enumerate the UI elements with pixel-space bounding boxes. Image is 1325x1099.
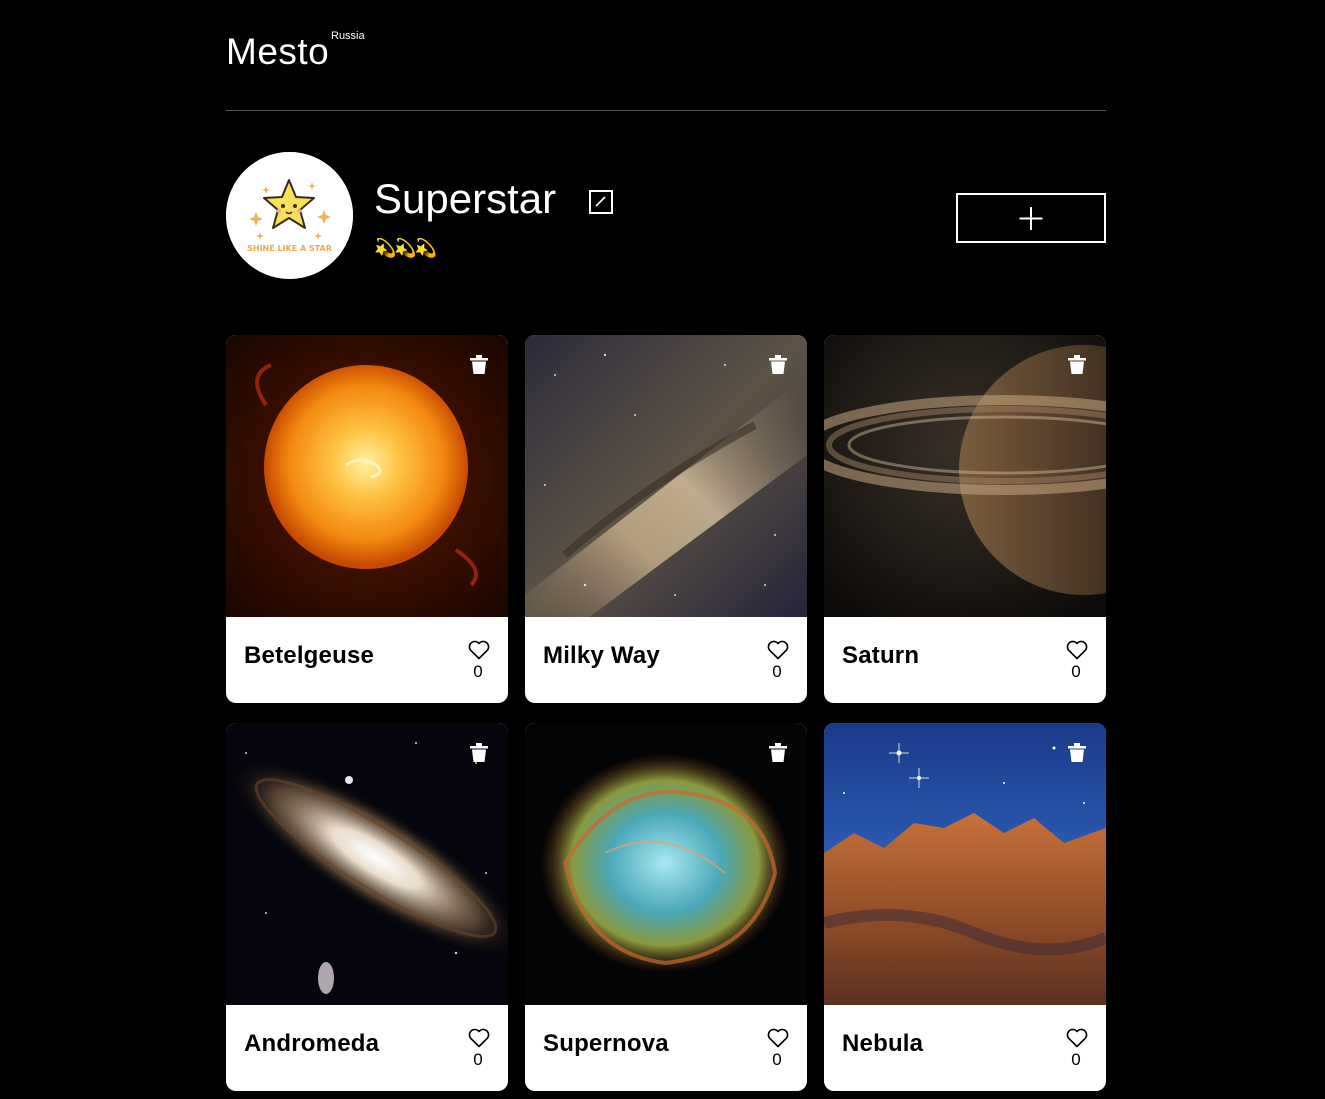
card-image[interactable] bbox=[525, 335, 807, 617]
site-header: Mesto Russia bbox=[226, 0, 1106, 111]
avatar-caption: SHINE LIKE A STAR bbox=[247, 244, 332, 253]
heart-icon[interactable] bbox=[1066, 640, 1088, 660]
heart-icon[interactable] bbox=[1066, 1028, 1088, 1048]
card: Supernova 0 bbox=[525, 723, 807, 1091]
trash-icon[interactable] bbox=[470, 355, 488, 374]
profile-name: Superstar bbox=[374, 175, 557, 222]
like-count: 0 bbox=[473, 1050, 483, 1069]
card-image[interactable] bbox=[824, 723, 1106, 1005]
card: Nebula 0 bbox=[824, 723, 1106, 1091]
trash-icon[interactable] bbox=[769, 743, 787, 762]
avatar[interactable]: SHINE LIKE A STAR bbox=[226, 152, 353, 279]
pencil-edit-icon bbox=[595, 196, 606, 207]
card-image[interactable] bbox=[226, 723, 508, 1005]
like-count: 0 bbox=[772, 1050, 782, 1069]
card-title: Milky Way bbox=[543, 642, 660, 669]
like-count: 0 bbox=[473, 662, 483, 681]
card-image[interactable] bbox=[824, 335, 1106, 617]
heart-icon[interactable] bbox=[468, 640, 490, 660]
card: Saturn 0 bbox=[824, 335, 1106, 703]
like-count: 0 bbox=[772, 662, 782, 681]
heart-icon[interactable] bbox=[767, 640, 789, 660]
card-image[interactable] bbox=[525, 723, 807, 1005]
like-count: 0 bbox=[1071, 662, 1081, 681]
card: Andromeda 0 bbox=[226, 723, 508, 1091]
edit-profile-button[interactable] bbox=[589, 190, 613, 214]
card-title: Andromeda bbox=[244, 1030, 380, 1057]
profile-about: 💫💫💫 bbox=[374, 238, 437, 258]
trash-icon[interactable] bbox=[1068, 355, 1086, 374]
like-count: 0 bbox=[1071, 1050, 1081, 1069]
heart-icon[interactable] bbox=[767, 1028, 789, 1048]
heart-icon[interactable] bbox=[468, 1028, 490, 1048]
logo-region: Russia bbox=[331, 30, 365, 42]
logo[interactable]: Mesto bbox=[226, 33, 329, 70]
trash-icon[interactable] bbox=[470, 743, 488, 762]
content-container: Mesto Russia SHINE LIKE A STAR Superstar… bbox=[226, 0, 1106, 1091]
profile: SHINE LIKE A STAR Superstar 💫💫💫 bbox=[226, 152, 1106, 279]
card: Betelgeuse 0 bbox=[226, 335, 508, 703]
card: Milky Way 0 bbox=[525, 335, 807, 703]
page: Mesto Russia SHINE LIKE A STAR Superstar… bbox=[0, 0, 1325, 1099]
add-card-button[interactable] bbox=[956, 193, 1106, 243]
card-title: Nebula bbox=[842, 1030, 924, 1057]
star-avatar-image bbox=[226, 152, 353, 279]
plus-icon bbox=[1019, 207, 1043, 230]
card-title: Saturn bbox=[842, 642, 920, 669]
trash-icon[interactable] bbox=[1068, 743, 1086, 762]
card-title: Supernova bbox=[543, 1030, 669, 1057]
card-title: Betelgeuse bbox=[244, 642, 375, 669]
card-image[interactable] bbox=[226, 335, 508, 617]
trash-icon[interactable] bbox=[769, 355, 787, 374]
